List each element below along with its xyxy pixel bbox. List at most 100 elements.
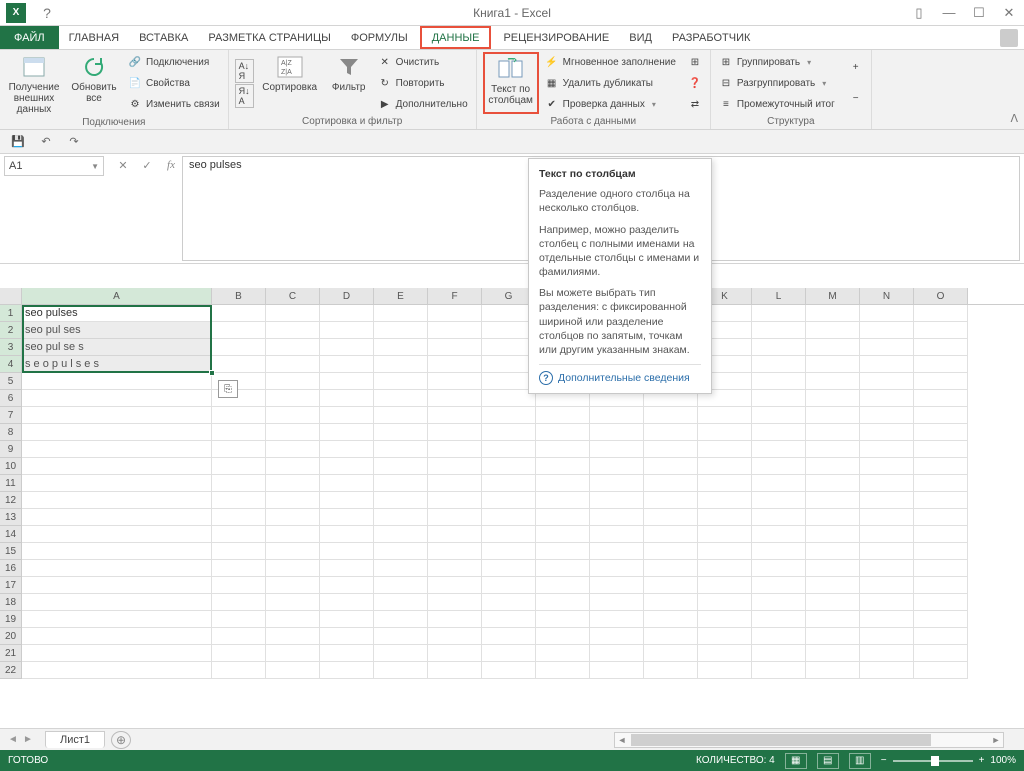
cell[interactable] [374,611,428,628]
cell[interactable] [482,475,536,492]
cell[interactable] [320,560,374,577]
cell[interactable] [590,407,644,424]
cell[interactable] [320,390,374,407]
fill-handle[interactable] [209,370,215,376]
cell[interactable] [752,492,806,509]
cell[interactable] [860,407,914,424]
cell[interactable] [698,594,752,611]
cell[interactable] [806,560,860,577]
cell[interactable] [806,373,860,390]
cell[interactable] [482,492,536,509]
cell[interactable] [914,441,968,458]
cell[interactable] [806,458,860,475]
clear-filter-button[interactable]: ✕Очистить [376,54,470,70]
cell[interactable] [428,577,482,594]
row-header[interactable]: 18 [0,594,22,611]
cell[interactable] [22,373,212,390]
cell[interactable] [698,577,752,594]
refresh-all-button[interactable]: Обновить все [66,52,122,115]
cell[interactable] [860,611,914,628]
cell[interactable] [914,373,968,390]
cell[interactable] [752,645,806,662]
cell[interactable] [482,594,536,611]
cell[interactable] [644,577,698,594]
cell[interactable] [806,356,860,373]
cell[interactable] [644,628,698,645]
cell[interactable] [860,339,914,356]
group-button[interactable]: ⊞Группировать▾ [717,54,837,70]
zoom-out-icon[interactable]: − [881,755,887,766]
cell[interactable] [22,526,212,543]
cell[interactable] [698,628,752,645]
cell[interactable] [320,543,374,560]
cell[interactable] [914,662,968,679]
cell[interactable] [374,526,428,543]
user-account[interactable] [994,26,1024,49]
cell[interactable] [644,458,698,475]
cell[interactable] [644,475,698,492]
cell[interactable] [536,560,590,577]
cell[interactable] [374,356,428,373]
cell[interactable] [212,458,266,475]
sheet-nav[interactable]: ◄► [0,734,41,745]
column-header[interactable]: O [914,288,968,304]
cell[interactable] [914,356,968,373]
cell[interactable] [22,611,212,628]
cell[interactable] [22,577,212,594]
sort-button[interactable]: A|ZZ|A Сортировка [258,52,322,114]
cell[interactable] [806,594,860,611]
cell[interactable] [320,339,374,356]
cell[interactable] [860,356,914,373]
tab-developer[interactable]: РАЗРАБОТЧИК [662,26,760,49]
tab-view[interactable]: ВИД [619,26,662,49]
cell[interactable] [482,407,536,424]
cell[interactable] [374,628,428,645]
cell[interactable] [374,373,428,390]
hide-detail-button[interactable]: − [847,91,865,107]
cell[interactable] [266,594,320,611]
cell[interactable] [698,424,752,441]
cell[interactable] [428,390,482,407]
cell[interactable] [914,458,968,475]
row-header[interactable]: 1 [0,305,22,322]
worksheet-grid[interactable]: ABCDEFGHIJKLMNO 1seo pulses2seo pul ses3… [0,288,1024,725]
row-header[interactable]: 7 [0,407,22,424]
view-page-break-icon[interactable]: ▥ [849,753,871,769]
get-external-data-button[interactable]: Получение внешних данных [6,52,62,115]
cell[interactable] [752,339,806,356]
cell[interactable] [536,662,590,679]
cell[interactable] [860,390,914,407]
consolidate-button[interactable]: ⊞ [686,54,704,70]
cell[interactable] [212,543,266,560]
cell[interactable] [212,424,266,441]
cell[interactable] [266,373,320,390]
cell[interactable] [320,373,374,390]
cell[interactable] [22,407,212,424]
cell[interactable] [590,577,644,594]
cell[interactable] [374,322,428,339]
cell[interactable] [320,492,374,509]
cell[interactable] [320,356,374,373]
cell[interactable] [320,322,374,339]
zoom-in-icon[interactable]: + [979,755,985,766]
row-header[interactable]: 13 [0,509,22,526]
row-header[interactable]: 15 [0,543,22,560]
cell[interactable] [590,662,644,679]
cell[interactable] [482,560,536,577]
cell[interactable] [212,509,266,526]
cell[interactable] [266,475,320,492]
cell[interactable] [644,509,698,526]
cell[interactable] [914,526,968,543]
cell[interactable] [428,458,482,475]
cell[interactable] [320,611,374,628]
row-header[interactable]: 2 [0,322,22,339]
cell[interactable] [698,492,752,509]
cell[interactable] [374,577,428,594]
cell[interactable] [320,628,374,645]
cell[interactable] [22,475,212,492]
cell[interactable] [374,305,428,322]
cell[interactable] [806,526,860,543]
cell[interactable] [536,543,590,560]
sort-asc-button[interactable]: A↓Я [235,59,254,83]
cell[interactable] [860,526,914,543]
